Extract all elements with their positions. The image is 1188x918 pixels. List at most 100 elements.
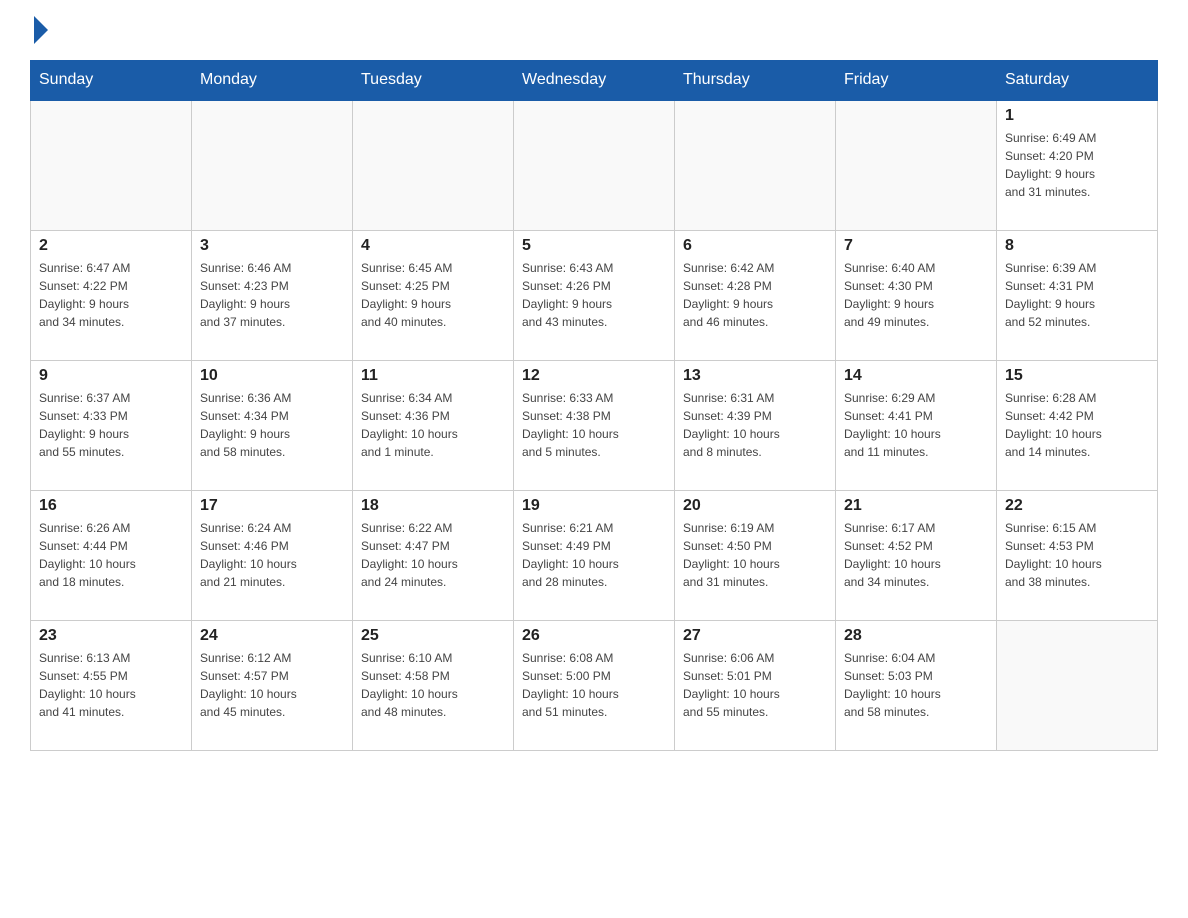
day-info: Sunrise: 6:45 AMSunset: 4:25 PMDaylight:… xyxy=(361,259,505,331)
calendar-cell: 9 Sunrise: 6:37 AMSunset: 4:33 PMDaylight… xyxy=(31,360,192,490)
logo-triangle-icon xyxy=(34,16,48,44)
calendar-week-row: 2 Sunrise: 6:47 AMSunset: 4:22 PMDaylight… xyxy=(31,230,1158,360)
calendar-cell: 16 Sunrise: 6:26 AMSunset: 4:44 PMDayligh… xyxy=(31,490,192,620)
calendar-cell: 13 Sunrise: 6:31 AMSunset: 4:39 PMDayligh… xyxy=(675,360,836,490)
calendar-cell: 1 Sunrise: 6:49 AMSunset: 4:20 PMDaylight… xyxy=(997,100,1158,230)
calendar-cell: 21 Sunrise: 6:17 AMSunset: 4:52 PMDayligh… xyxy=(836,490,997,620)
day-info: Sunrise: 6:12 AMSunset: 4:57 PMDaylight:… xyxy=(200,649,344,721)
weekday-header-thursday: Thursday xyxy=(675,61,836,101)
day-number: 1 xyxy=(1005,107,1149,125)
day-number: 17 xyxy=(200,497,344,515)
day-number: 26 xyxy=(522,627,666,645)
day-number: 4 xyxy=(361,237,505,255)
day-info: Sunrise: 6:31 AMSunset: 4:39 PMDaylight:… xyxy=(683,389,827,461)
calendar-cell: 25 Sunrise: 6:10 AMSunset: 4:58 PMDayligh… xyxy=(353,620,514,750)
day-info: Sunrise: 6:29 AMSunset: 4:41 PMDaylight:… xyxy=(844,389,988,461)
calendar-cell xyxy=(192,100,353,230)
day-info: Sunrise: 6:36 AMSunset: 4:34 PMDaylight:… xyxy=(200,389,344,461)
calendar-cell: 14 Sunrise: 6:29 AMSunset: 4:41 PMDayligh… xyxy=(836,360,997,490)
day-number: 20 xyxy=(683,497,827,515)
day-info: Sunrise: 6:17 AMSunset: 4:52 PMDaylight:… xyxy=(844,519,988,591)
day-info: Sunrise: 6:19 AMSunset: 4:50 PMDaylight:… xyxy=(683,519,827,591)
page-header xyxy=(30,20,1158,44)
calendar-cell xyxy=(31,100,192,230)
calendar-cell: 6 Sunrise: 6:42 AMSunset: 4:28 PMDaylight… xyxy=(675,230,836,360)
calendar-week-row: 16 Sunrise: 6:26 AMSunset: 4:44 PMDayligh… xyxy=(31,490,1158,620)
calendar-cell: 12Sunrise: 6:33 AMSunset: 4:38 PMDayligh… xyxy=(514,360,675,490)
day-info: Sunrise: 6:24 AMSunset: 4:46 PMDaylight:… xyxy=(200,519,344,591)
day-number: 14 xyxy=(844,367,988,385)
day-info: Sunrise: 6:49 AMSunset: 4:20 PMDaylight:… xyxy=(1005,129,1149,201)
day-info: Sunrise: 6:37 AMSunset: 4:33 PMDaylight:… xyxy=(39,389,183,461)
day-number: 21 xyxy=(844,497,988,515)
day-number: 16 xyxy=(39,497,183,515)
day-info: Sunrise: 6:06 AMSunset: 5:01 PMDaylight:… xyxy=(683,649,827,721)
day-info: Sunrise: 6:42 AMSunset: 4:28 PMDaylight:… xyxy=(683,259,827,331)
weekday-header-tuesday: Tuesday xyxy=(353,61,514,101)
calendar-table: SundayMondayTuesdayWednesdayThursdayFrid… xyxy=(30,60,1158,751)
day-number: 13 xyxy=(683,367,827,385)
day-number: 12 xyxy=(522,367,666,385)
day-info: Sunrise: 6:22 AMSunset: 4:47 PMDaylight:… xyxy=(361,519,505,591)
weekday-header-sunday: Sunday xyxy=(31,61,192,101)
calendar-cell: 19 Sunrise: 6:21 AMSunset: 4:49 PMDayligh… xyxy=(514,490,675,620)
calendar-cell: 24 Sunrise: 6:12 AMSunset: 4:57 PMDayligh… xyxy=(192,620,353,750)
calendar-body: 1 Sunrise: 6:49 AMSunset: 4:20 PMDaylight… xyxy=(31,100,1158,750)
calendar-cell: 10Sunrise: 6:36 AMSunset: 4:34 PMDayligh… xyxy=(192,360,353,490)
weekday-header-row: SundayMondayTuesdayWednesdayThursdayFrid… xyxy=(31,61,1158,101)
day-info: Sunrise: 6:47 AMSunset: 4:22 PMDaylight:… xyxy=(39,259,183,331)
weekday-header-saturday: Saturday xyxy=(997,61,1158,101)
calendar-cell: 22 Sunrise: 6:15 AMSunset: 4:53 PMDayligh… xyxy=(997,490,1158,620)
day-info: Sunrise: 6:15 AMSunset: 4:53 PMDaylight:… xyxy=(1005,519,1149,591)
day-number: 5 xyxy=(522,237,666,255)
day-info: Sunrise: 6:21 AMSunset: 4:49 PMDaylight:… xyxy=(522,519,666,591)
day-number: 27 xyxy=(683,627,827,645)
calendar-cell: 8 Sunrise: 6:39 AMSunset: 4:31 PMDaylight… xyxy=(997,230,1158,360)
calendar-cell xyxy=(675,100,836,230)
calendar-cell: 11 Sunrise: 6:34 AMSunset: 4:36 PMDayligh… xyxy=(353,360,514,490)
day-number: 25 xyxy=(361,627,505,645)
day-info: Sunrise: 6:10 AMSunset: 4:58 PMDaylight:… xyxy=(361,649,505,721)
calendar-week-row: 1 Sunrise: 6:49 AMSunset: 4:20 PMDaylight… xyxy=(31,100,1158,230)
day-info: Sunrise: 6:04 AMSunset: 5:03 PMDaylight:… xyxy=(844,649,988,721)
calendar-week-row: 23 Sunrise: 6:13 AMSunset: 4:55 PMDayligh… xyxy=(31,620,1158,750)
calendar-cell: 27 Sunrise: 6:06 AMSunset: 5:01 PMDayligh… xyxy=(675,620,836,750)
day-number: 24 xyxy=(200,627,344,645)
day-number: 19 xyxy=(522,497,666,515)
calendar-cell: 2 Sunrise: 6:47 AMSunset: 4:22 PMDaylight… xyxy=(31,230,192,360)
day-number: 11 xyxy=(361,367,505,385)
day-number: 28 xyxy=(844,627,988,645)
day-number: 22 xyxy=(1005,497,1149,515)
day-number: 6 xyxy=(683,237,827,255)
day-number: 15 xyxy=(1005,367,1149,385)
day-number: 23 xyxy=(39,627,183,645)
calendar-cell: 3Sunrise: 6:46 AMSunset: 4:23 PMDaylight… xyxy=(192,230,353,360)
calendar-cell xyxy=(353,100,514,230)
day-info: Sunrise: 6:08 AMSunset: 5:00 PMDaylight:… xyxy=(522,649,666,721)
calendar-cell xyxy=(836,100,997,230)
calendar-cell xyxy=(514,100,675,230)
weekday-header-wednesday: Wednesday xyxy=(514,61,675,101)
day-number: 7 xyxy=(844,237,988,255)
day-info: Sunrise: 6:40 AMSunset: 4:30 PMDaylight:… xyxy=(844,259,988,331)
calendar-cell: 4 Sunrise: 6:45 AMSunset: 4:25 PMDaylight… xyxy=(353,230,514,360)
day-info: Sunrise: 6:13 AMSunset: 4:55 PMDaylight:… xyxy=(39,649,183,721)
day-info: Sunrise: 6:34 AMSunset: 4:36 PMDaylight:… xyxy=(361,389,505,461)
day-info: Sunrise: 6:26 AMSunset: 4:44 PMDaylight:… xyxy=(39,519,183,591)
day-number: 2 xyxy=(39,237,183,255)
calendar-cell xyxy=(997,620,1158,750)
day-number: 8 xyxy=(1005,237,1149,255)
weekday-header-friday: Friday xyxy=(836,61,997,101)
calendar-cell: 5 Sunrise: 6:43 AMSunset: 4:26 PMDaylight… xyxy=(514,230,675,360)
day-info: Sunrise: 6:43 AMSunset: 4:26 PMDaylight:… xyxy=(522,259,666,331)
day-number: 9 xyxy=(39,367,183,385)
calendar-cell: 20 Sunrise: 6:19 AMSunset: 4:50 PMDayligh… xyxy=(675,490,836,620)
day-info: Sunrise: 6:28 AMSunset: 4:42 PMDaylight:… xyxy=(1005,389,1149,461)
day-info: Sunrise: 6:39 AMSunset: 4:31 PMDaylight:… xyxy=(1005,259,1149,331)
calendar-cell: 15 Sunrise: 6:28 AMSunset: 4:42 PMDayligh… xyxy=(997,360,1158,490)
calendar-cell: 28 Sunrise: 6:04 AMSunset: 5:03 PMDayligh… xyxy=(836,620,997,750)
calendar-cell: 23 Sunrise: 6:13 AMSunset: 4:55 PMDayligh… xyxy=(31,620,192,750)
calendar-header: SundayMondayTuesdayWednesdayThursdayFrid… xyxy=(31,61,1158,101)
calendar-cell: 7 Sunrise: 6:40 AMSunset: 4:30 PMDaylight… xyxy=(836,230,997,360)
calendar-cell: 26 Sunrise: 6:08 AMSunset: 5:00 PMDayligh… xyxy=(514,620,675,750)
